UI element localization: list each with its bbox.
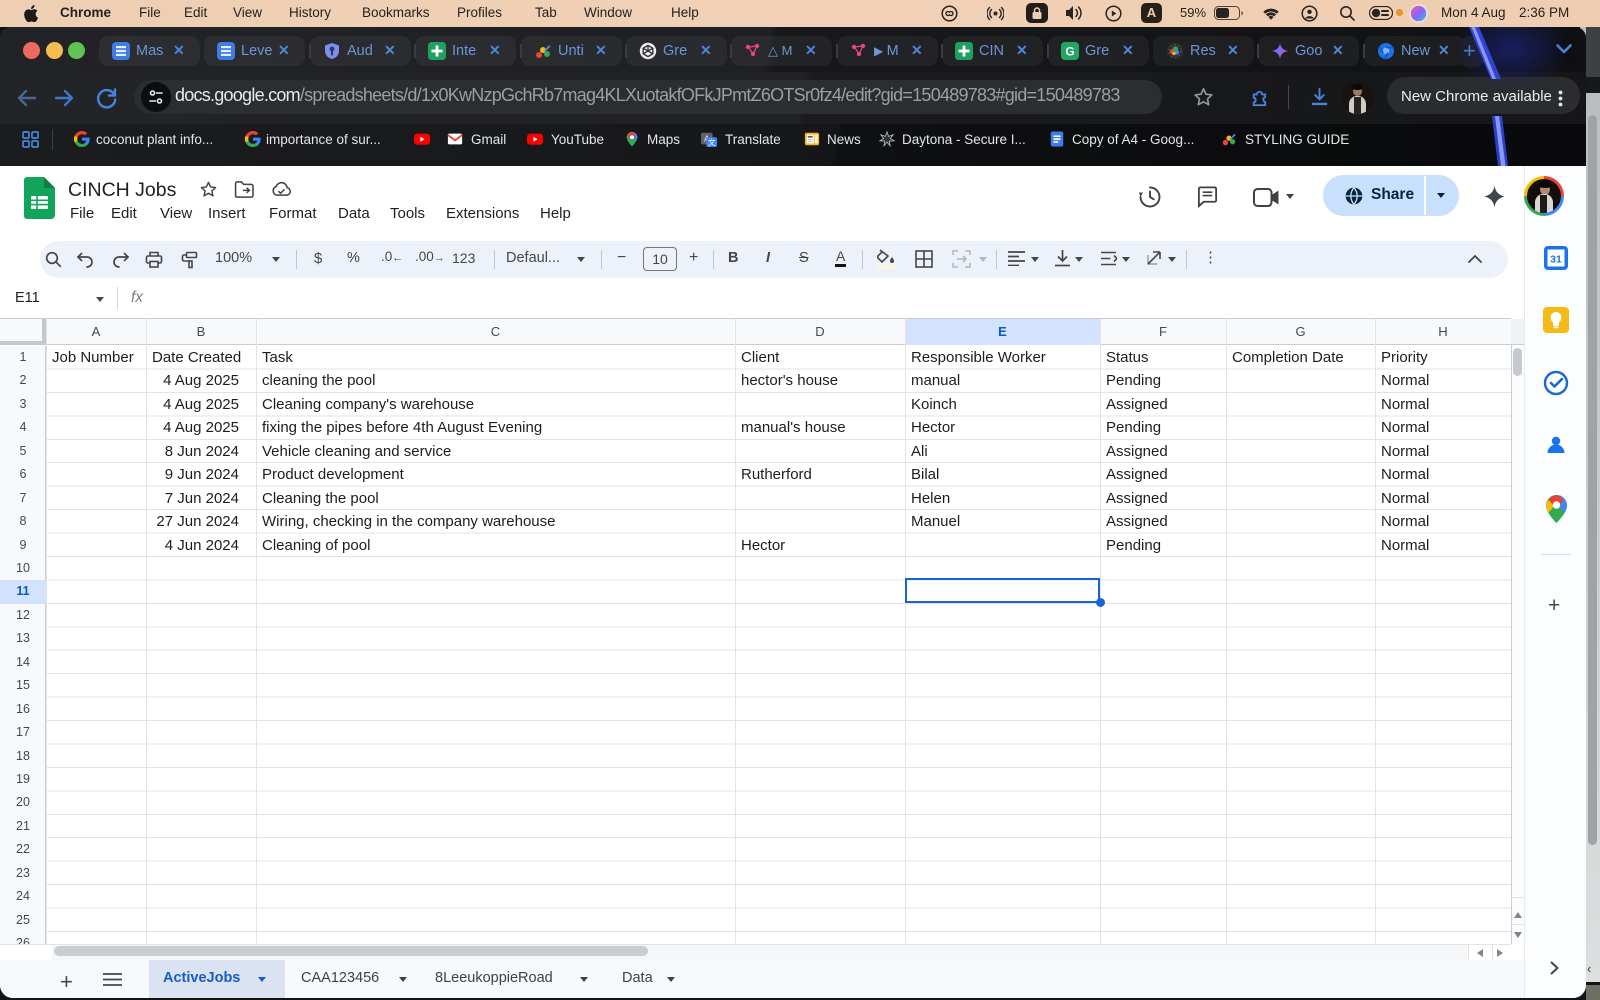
svg-text:文: 文: [708, 137, 716, 147]
svg-text:G: G: [1065, 45, 1074, 59]
svg-text:31: 31: [1550, 254, 1562, 266]
